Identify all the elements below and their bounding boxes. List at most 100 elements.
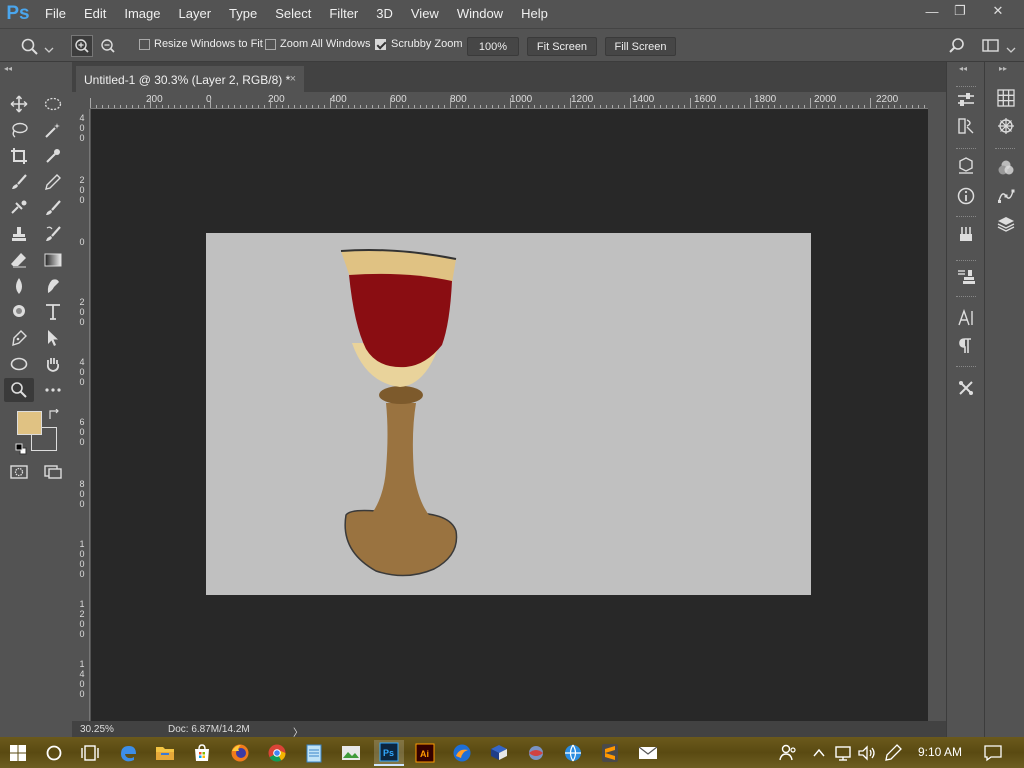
eyedropper-icon[interactable] <box>38 144 68 168</box>
mixer-brush-icon[interactable] <box>38 196 68 220</box>
crop-tool-icon[interactable] <box>4 144 34 168</box>
zoom-all-windows-checkbox[interactable] <box>265 39 276 50</box>
3d-panel-icon[interactable] <box>953 154 979 178</box>
ellipse-shape-icon[interactable] <box>4 352 34 376</box>
menu-3d[interactable]: 3D <box>367 0 402 28</box>
store-icon[interactable] <box>191 742 213 764</box>
quick-mask-icon[interactable] <box>4 460 34 484</box>
magic-wand-icon[interactable] <box>38 118 68 142</box>
edge-browser-icon[interactable] <box>117 742 139 764</box>
dodge-tool-icon[interactable] <box>4 300 34 324</box>
start-windows-icon[interactable] <box>7 742 29 764</box>
adjustments-panel-icon[interactable] <box>953 114 979 138</box>
default-colors-icon[interactable] <box>15 442 27 455</box>
brush-tool-icon[interactable] <box>4 170 34 194</box>
path-selection-icon[interactable] <box>38 326 68 350</box>
notepad-icon[interactable] <box>303 742 325 764</box>
menu-view[interactable]: View <box>402 0 448 28</box>
fill-screen-button[interactable]: Fill Screen <box>605 37 676 56</box>
chevron-down-icon[interactable] <box>44 42 54 53</box>
menu-file[interactable]: File <box>36 0 75 28</box>
zoom-tool-icon[interactable] <box>4 378 34 402</box>
collapse-dock-1-icon[interactable]: ◂◂ <box>959 64 967 73</box>
clone-source-icon[interactable] <box>953 265 979 289</box>
show-hidden-icons-chevron[interactable] <box>808 742 830 764</box>
swap-colors-icon[interactable] <box>48 408 60 420</box>
workspace-chevron-icon[interactable] <box>1006 42 1016 53</box>
globe-app-icon[interactable] <box>562 742 584 764</box>
firefox-icon[interactable] <box>229 742 251 764</box>
network-app-icon[interactable] <box>525 742 547 764</box>
gradient-tool-icon[interactable] <box>38 248 68 272</box>
zoom-in-icon[interactable] <box>71 35 93 57</box>
book-app-icon[interactable] <box>488 742 510 764</box>
close-tab-icon[interactable]: × <box>290 73 296 85</box>
chrome-icon[interactable] <box>266 742 288 764</box>
scrubby-zoom-checkbox[interactable] <box>375 39 386 50</box>
type-tool-icon[interactable] <box>38 300 68 324</box>
document-canvas[interactable] <box>206 233 811 595</box>
info-panel-icon[interactable] <box>953 184 979 208</box>
illustrator-taskbar-icon[interactable]: Ai <box>414 742 436 764</box>
hand-tool-icon[interactable] <box>38 352 68 376</box>
zoom-100-button[interactable]: 100% <box>467 37 519 56</box>
clone-stamp-healing-icon[interactable] <box>4 196 34 220</box>
more-tools-icon[interactable] <box>38 378 68 402</box>
browser-swirl-icon[interactable] <box>451 742 473 764</box>
menu-select[interactable]: Select <box>266 0 320 28</box>
character-panel-icon[interactable] <box>953 306 979 330</box>
mail-icon[interactable] <box>637 742 659 764</box>
pen-tool-icon[interactable] <box>4 326 34 350</box>
vertical-scrollbar[interactable] <box>928 109 942 721</box>
task-view-icon[interactable] <box>79 742 101 764</box>
swatches-panel-icon[interactable] <box>993 86 1019 110</box>
menu-help[interactable]: Help <box>512 0 557 28</box>
action-center-icon[interactable] <box>982 742 1004 764</box>
file-explorer-icon[interactable] <box>154 742 176 764</box>
foreground-color-swatch[interactable] <box>17 411 42 435</box>
cortana-icon[interactable] <box>43 742 65 764</box>
people-icon[interactable] <box>777 742 799 764</box>
workspace-icon[interactable] <box>982 38 1000 54</box>
brush-presets-icon[interactable] <box>953 222 979 246</box>
ruler-origin[interactable] <box>73 92 90 109</box>
volume-icon[interactable] <box>856 742 878 764</box>
photoshop-taskbar-icon[interactable]: Ps <box>374 740 404 766</box>
search-icon[interactable] <box>947 36 967 56</box>
elliptical-marquee-icon[interactable] <box>38 92 68 116</box>
pen-workspace-icon[interactable] <box>882 742 904 764</box>
clone-stamp-icon[interactable] <box>4 222 34 246</box>
tool-presets-icon[interactable] <box>953 376 979 400</box>
pencil-tool-icon[interactable] <box>38 170 68 194</box>
eraser-tool-icon[interactable] <box>4 248 34 272</box>
clock[interactable]: 9:10 AM <box>918 745 962 759</box>
close-window-button[interactable]: ✕ <box>980 0 1016 22</box>
history-brush-icon[interactable] <box>38 222 68 246</box>
fit-screen-button[interactable]: Fit Screen <box>527 37 597 56</box>
blur-tool-icon[interactable] <box>4 274 34 298</box>
collapse-dock-2-icon[interactable]: ▸▸ <box>999 64 1007 73</box>
properties-panel-icon[interactable] <box>953 88 979 112</box>
menu-layer[interactable]: Layer <box>170 0 221 28</box>
sublime-text-icon[interactable] <box>599 742 621 764</box>
navigator-panel-icon[interactable] <box>993 114 1019 138</box>
move-tool-icon[interactable] <box>4 92 34 116</box>
menu-type[interactable]: Type <box>220 0 266 28</box>
smudge-tool-icon[interactable] <box>38 274 68 298</box>
menu-image[interactable]: Image <box>115 0 169 28</box>
layers-panel-icon[interactable] <box>993 212 1019 236</box>
document-tab[interactable]: Untitled-1 @ 30.3% (Layer 2, RGB/8) * × <box>76 66 304 92</box>
menu-filter[interactable]: Filter <box>320 0 367 28</box>
resize-windows-checkbox[interactable] <box>139 39 150 50</box>
menu-window[interactable]: Window <box>448 0 512 28</box>
zoom-level-field[interactable]: 30.25% <box>80 724 114 735</box>
zoom-tool-preset-icon[interactable] <box>20 37 40 57</box>
paragraph-panel-icon[interactable] <box>953 334 979 358</box>
channels-panel-icon[interactable] <box>993 156 1019 180</box>
network-icon[interactable] <box>832 742 854 764</box>
paths-panel-icon[interactable] <box>993 184 1019 208</box>
screen-mode-icon[interactable] <box>38 460 68 484</box>
zoom-out-icon[interactable] <box>98 36 118 56</box>
image-viewer-icon[interactable] <box>340 742 362 764</box>
lasso-tool-icon[interactable] <box>4 118 34 142</box>
